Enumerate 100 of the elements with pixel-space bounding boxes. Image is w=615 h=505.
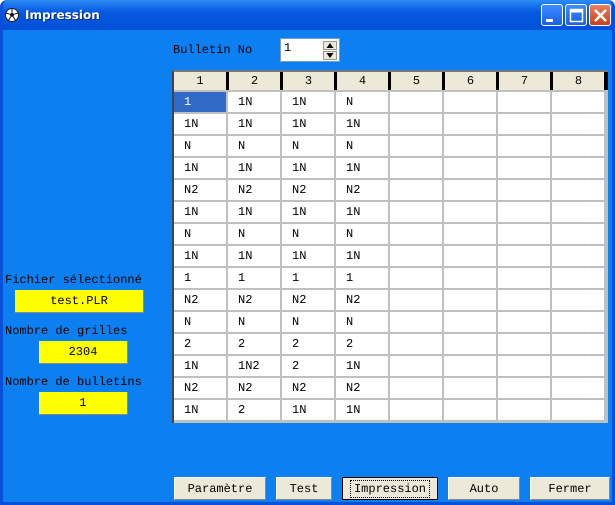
empty-cell[interactable] [498,202,550,222]
table-cell[interactable]: 1N [282,202,334,222]
empty-cell[interactable] [552,114,604,134]
table-cell[interactable]: 1N2 [228,356,280,376]
table-cell[interactable]: N2 [174,180,226,200]
table-cell[interactable]: 1N [282,246,334,266]
dialog-button[interactable]: Fermer [530,477,610,500]
empty-cell[interactable] [498,158,550,178]
empty-cell[interactable] [444,268,496,288]
table-cell[interactable]: 2 [228,400,280,420]
empty-cell[interactable] [498,224,550,244]
column-header[interactable]: 5 [391,72,442,90]
table-cell[interactable]: 1 [174,268,226,288]
table-cell[interactable]: N2 [228,290,280,310]
table-cell[interactable]: N2 [228,378,280,398]
empty-cell[interactable] [498,246,550,266]
table-cell[interactable]: 1N [336,356,388,376]
table-cell[interactable]: 1N [174,400,226,420]
empty-cell[interactable] [444,246,496,266]
empty-cell[interactable] [498,378,550,398]
empty-cell[interactable] [552,136,604,156]
dialog-button[interactable]: Paramètre [174,477,266,500]
table-cell[interactable]: 1N [228,158,280,178]
table-cell[interactable]: 1N [174,202,226,222]
table-cell[interactable]: 2 [282,356,334,376]
empty-cell[interactable] [552,312,604,332]
table-cell[interactable]: N [336,312,388,332]
empty-cell[interactable] [552,202,604,222]
column-header[interactable]: 7 [499,72,550,90]
table-cell[interactable]: 1N [282,114,334,134]
table-cell[interactable]: N2 [282,180,334,200]
table-cell[interactable]: N [228,136,280,156]
table-cell[interactable]: 1 [174,92,226,112]
empty-cell[interactable] [552,378,604,398]
empty-cell[interactable] [390,356,442,376]
empty-cell[interactable] [498,268,550,288]
empty-cell[interactable] [552,334,604,354]
empty-cell[interactable] [552,246,604,266]
empty-cell[interactable] [390,180,442,200]
table-cell[interactable]: 2 [282,334,334,354]
empty-cell[interactable] [552,356,604,376]
table-cell[interactable]: N [228,224,280,244]
table-cell[interactable]: 2 [174,334,226,354]
table-cell[interactable]: 1N [228,202,280,222]
table-cell[interactable]: 2 [228,334,280,354]
empty-cell[interactable] [390,312,442,332]
table-cell[interactable]: N2 [282,290,334,310]
table-cell[interactable]: 1N [336,114,388,134]
table-cell[interactable]: N [336,136,388,156]
table-cell[interactable]: 1N [174,158,226,178]
empty-cell[interactable] [498,290,550,310]
dialog-button[interactable]: Auto [448,477,520,500]
empty-cell[interactable] [498,356,550,376]
empty-cell[interactable] [444,400,496,420]
empty-cell[interactable] [390,246,442,266]
empty-cell[interactable] [444,290,496,310]
empty-cell[interactable] [444,158,496,178]
table-cell[interactable]: 1N [174,114,226,134]
empty-cell[interactable] [498,334,550,354]
table-cell[interactable]: N2 [336,378,388,398]
table-cell[interactable]: 1N [228,92,280,112]
empty-cell[interactable] [444,136,496,156]
dialog-button[interactable]: Test [276,477,332,500]
table-cell[interactable]: N [282,136,334,156]
table-cell[interactable]: 1N [282,92,334,112]
table-cell[interactable]: N2 [282,378,334,398]
table-cell[interactable]: N [282,224,334,244]
empty-cell[interactable] [498,136,550,156]
empty-cell[interactable] [390,92,442,112]
empty-cell[interactable] [498,180,550,200]
table-cell[interactable]: N2 [336,180,388,200]
table-cell[interactable]: 1N [228,114,280,134]
table-cell[interactable]: N2 [336,290,388,310]
empty-cell[interactable] [444,356,496,376]
empty-cell[interactable] [390,136,442,156]
empty-cell[interactable] [552,158,604,178]
empty-cell[interactable] [552,290,604,310]
table-cell[interactable]: 1N [282,158,334,178]
empty-cell[interactable] [498,92,550,112]
table-cell[interactable]: N [174,224,226,244]
empty-cell[interactable] [390,224,442,244]
empty-cell[interactable] [390,114,442,134]
maximize-button[interactable] [565,4,587,26]
column-header[interactable]: 1 [174,72,226,90]
column-header[interactable]: 2 [229,72,280,90]
empty-cell[interactable] [444,378,496,398]
table-cell[interactable]: 1N [282,400,334,420]
empty-cell[interactable] [390,400,442,420]
table-cell[interactable]: N [336,224,388,244]
table-cell[interactable]: 1 [282,268,334,288]
empty-cell[interactable] [390,334,442,354]
table-cell[interactable]: N [228,312,280,332]
dialog-button[interactable]: Impression [342,477,438,500]
column-header[interactable]: 4 [337,72,388,90]
empty-cell[interactable] [444,114,496,134]
table-cell[interactable]: N [174,312,226,332]
bulletin-spinner[interactable]: 1 [280,38,340,62]
empty-cell[interactable] [390,202,442,222]
empty-cell[interactable] [444,224,496,244]
table-cell[interactable]: 1N [336,400,388,420]
